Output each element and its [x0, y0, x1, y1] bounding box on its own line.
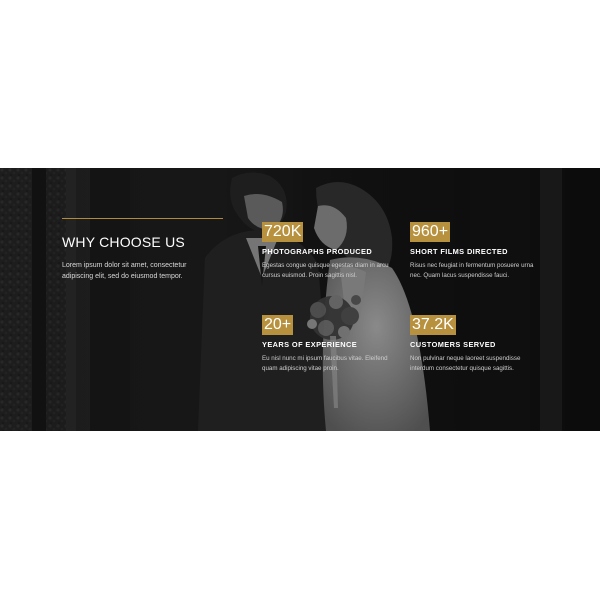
- stat-years-of-experience: 20+ YEARS OF EXPERIENCE Eu nisl nunc mi …: [262, 315, 402, 373]
- stat-description: Non pulvinar neque laoreet suspendisse i…: [410, 355, 521, 372]
- stat-photographs-produced: 720K PHOTOGRAPHS PRODUCED Egestas congue…: [262, 222, 402, 280]
- page: WHY CHOOSE US Lorem ipsum dolor sit amet…: [0, 0, 600, 600]
- stat-label: CUSTOMERS SERVED: [410, 340, 496, 349]
- stat-value: 20+: [262, 315, 294, 335]
- stat-description: Egestas congue quisque egestas diam in a…: [262, 262, 389, 279]
- stat-value: 720K: [262, 222, 304, 242]
- section-description: Lorem ipsum dolor sit amet, consectetur …: [62, 262, 187, 280]
- stat-label: YEARS OF EXPERIENCE: [262, 340, 358, 349]
- accent-divider-line: [62, 218, 223, 219]
- stat-short-films-directed: 960+ SHORT FILMS DIRECTED Risus nec feug…: [410, 222, 550, 280]
- section-title: WHY CHOOSE US: [62, 234, 185, 250]
- stat-value: 37.2K: [410, 315, 456, 335]
- dark-overlay: [0, 168, 600, 431]
- stat-description: Eu nisl nunc mi ipsum faucibus vitae. El…: [262, 355, 388, 372]
- why-choose-us-section: WHY CHOOSE US Lorem ipsum dolor sit amet…: [0, 168, 600, 431]
- stat-label: SHORT FILMS DIRECTED: [410, 247, 508, 256]
- stat-value: 960+: [410, 222, 451, 242]
- stat-customers-served: 37.2K CUSTOMERS SERVED Non pulvinar nequ…: [410, 315, 550, 373]
- stat-description: Risus nec feugiat in fermentum posuere u…: [410, 262, 534, 279]
- stat-label: PHOTOGRAPHS PRODUCED: [262, 247, 373, 256]
